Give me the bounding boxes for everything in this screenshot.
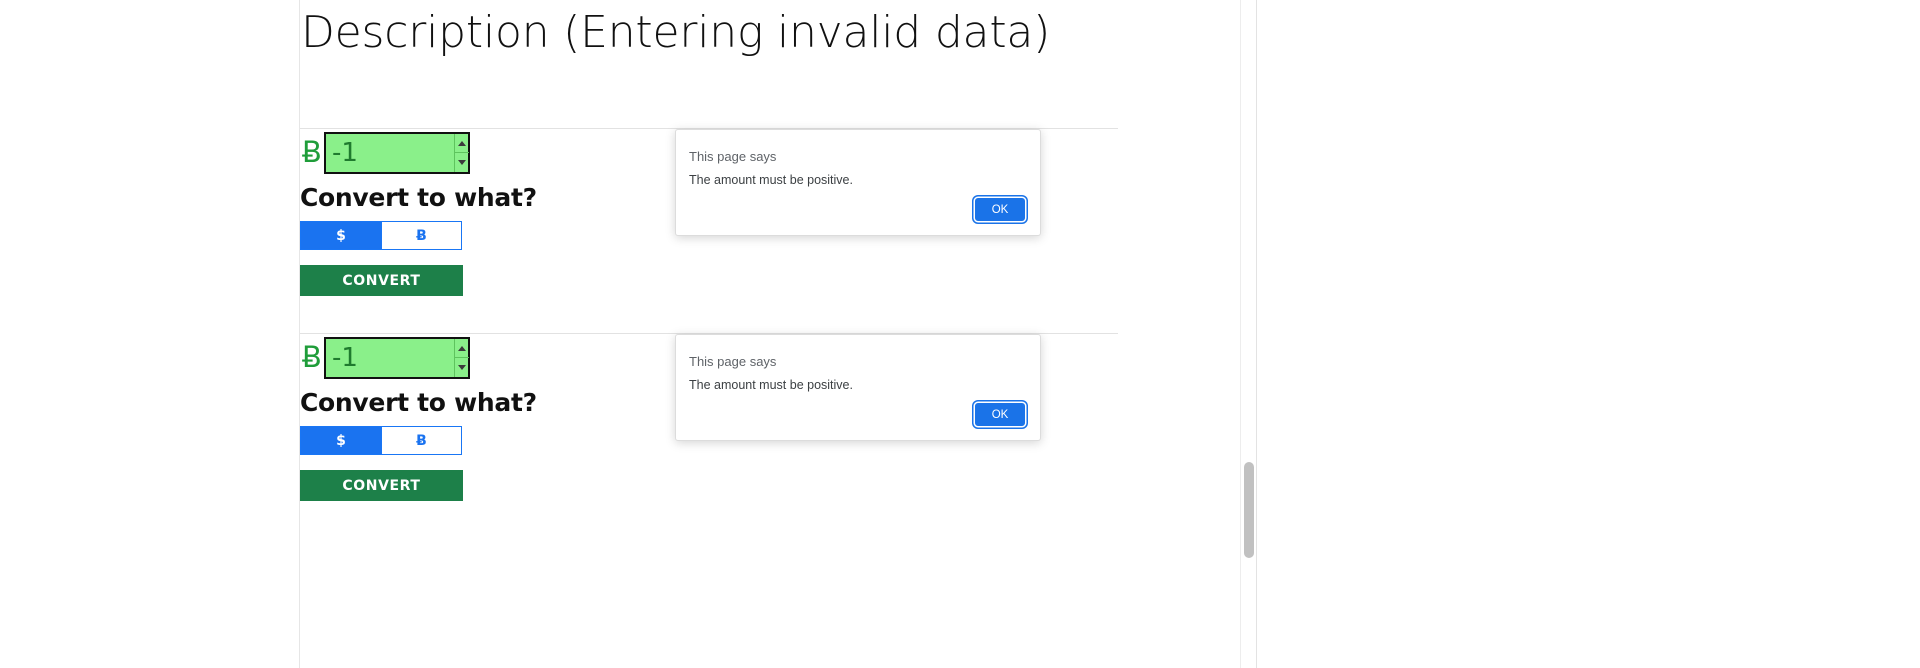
chevron-down-icon	[458, 365, 466, 370]
alert-dialog-1: This page says The amount must be positi…	[675, 129, 1041, 236]
toggle-option-usd[interactable]: $	[301, 222, 381, 249]
convert-button[interactable]: CONVERT	[300, 265, 463, 296]
convert-button[interactable]: CONVERT	[300, 470, 463, 501]
alert-dialog-2: This page says The amount must be positi…	[675, 334, 1041, 441]
amount-input[interactable]	[326, 134, 438, 172]
amount-input-wrapper-2	[324, 337, 470, 379]
toggle-option-btc[interactable]: Ƀ	[381, 427, 461, 454]
bitcoin-icon: Ƀ	[302, 340, 322, 374]
content-column-rule	[299, 0, 300, 668]
currency-toggle-group-2: $ Ƀ	[300, 426, 462, 455]
chevron-down-icon	[458, 160, 466, 165]
vertical-scrollbar[interactable]	[1240, 0, 1257, 668]
stepper-up-button[interactable]	[455, 339, 469, 358]
browser-viewport: Description (Entering invalid data) Ƀ Co…	[0, 0, 1240, 668]
stepper-up-button[interactable]	[455, 134, 469, 153]
alert-title: This page says	[689, 354, 777, 369]
scrollbar-thumb[interactable]	[1244, 462, 1254, 558]
currency-toggle-group-1: $ Ƀ	[300, 221, 462, 250]
amount-stepper-2[interactable]	[454, 339, 469, 377]
chevron-up-icon	[458, 346, 466, 351]
amount-input-wrapper-1	[324, 132, 470, 174]
alert-ok-button[interactable]: OK	[975, 403, 1025, 426]
chevron-up-icon	[458, 141, 466, 146]
page-title: Description (Entering invalid data)	[301, 7, 1051, 58]
page-right-gutter	[1256, 0, 1920, 668]
alert-message: The amount must be positive.	[689, 173, 853, 187]
alert-title: This page says	[689, 149, 777, 164]
bitcoin-icon: Ƀ	[302, 135, 322, 169]
stepper-down-button[interactable]	[455, 358, 469, 377]
toggle-option-usd[interactable]: $	[301, 427, 381, 454]
stepper-down-button[interactable]	[455, 153, 469, 172]
toggle-option-btc[interactable]: Ƀ	[381, 222, 461, 249]
alert-ok-button[interactable]: OK	[975, 198, 1025, 221]
alert-message: The amount must be positive.	[689, 378, 853, 392]
amount-input[interactable]	[326, 339, 438, 377]
amount-stepper-1[interactable]	[454, 134, 469, 172]
